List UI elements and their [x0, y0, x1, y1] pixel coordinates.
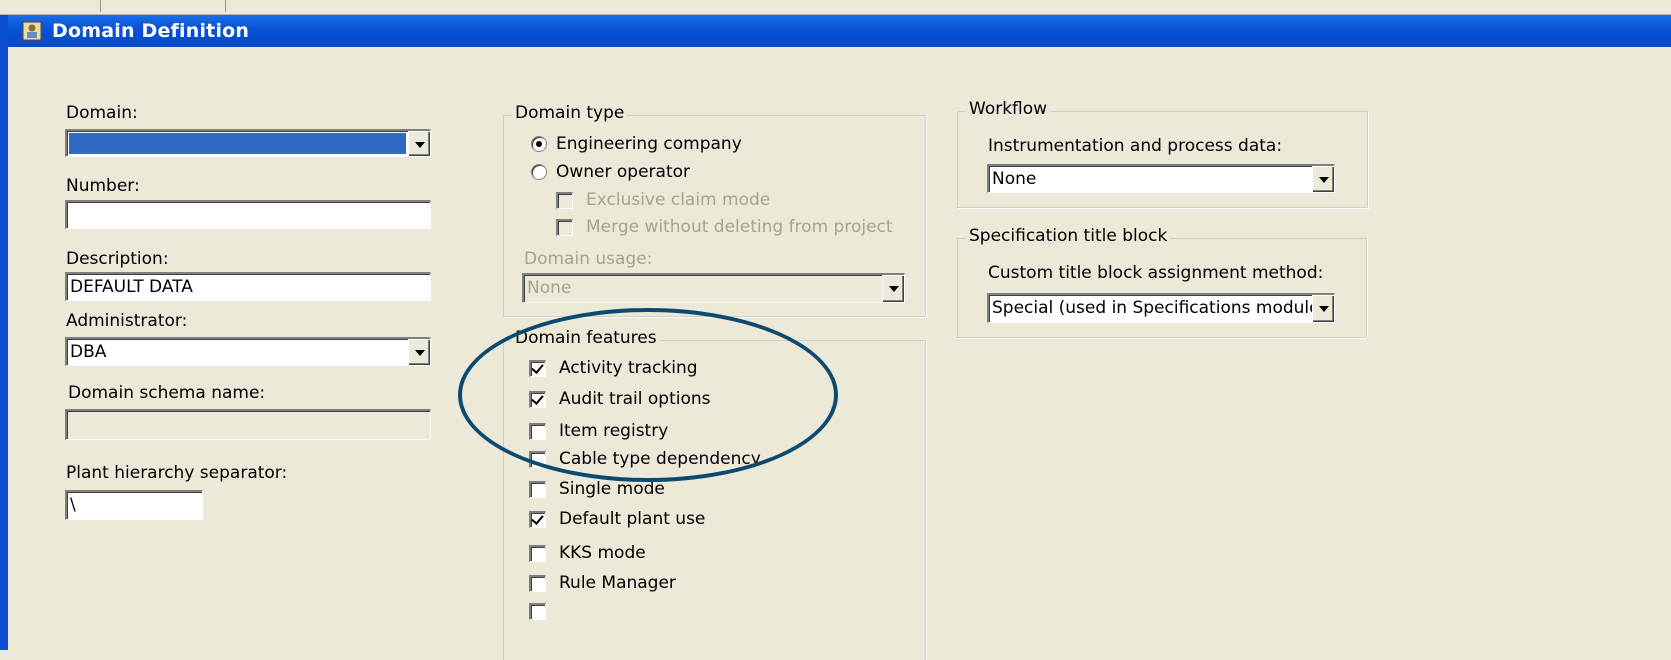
activity-tracking-label: Activity tracking [559, 358, 698, 378]
administrator-value: DBA [70, 342, 107, 362]
workflow-value: None [992, 169, 1037, 189]
separator-label: Plant hierarchy separator: [66, 463, 288, 483]
number-input[interactable] [65, 200, 431, 229]
partial-feature-checkbox[interactable] [529, 603, 546, 620]
cable-type-dependency-label: Cable type dependency [559, 449, 761, 469]
toolbar-button-2[interactable] [100, 0, 226, 12]
description-label: Description: [66, 249, 169, 269]
merge-without-deleting-label: Merge without deleting from project [586, 217, 893, 237]
domain-usage-dropdown-arrow[interactable] [882, 275, 904, 302]
engineering-company-radio[interactable] [531, 136, 547, 152]
window-title: Domain Definition [52, 20, 250, 42]
kks-mode-label: KKS mode [559, 543, 646, 563]
title-bar: Domain Definition [0, 15, 1671, 47]
toolbar-button-1[interactable] [0, 0, 101, 12]
engineering-company-label: Engineering company [556, 134, 742, 154]
default-plant-use-checkbox[interactable] [529, 511, 546, 528]
domain-usage-value: None [527, 278, 572, 298]
merge-without-deleting-checkbox[interactable] [556, 219, 573, 236]
spec-title-block-dropdown-arrow[interactable] [1312, 295, 1334, 322]
domain-features-group: Domain features [503, 328, 926, 660]
domain-dropdown-arrow[interactable] [408, 131, 430, 156]
spec-title-block-label: Custom title block assignment method: [988, 263, 1324, 283]
domain-app-icon [22, 21, 42, 41]
owner-operator-label: Owner operator [556, 162, 691, 182]
top-toolbar-strip [0, 0, 1671, 15]
exclusive-claim-label: Exclusive claim mode [586, 190, 771, 210]
item-registry-checkbox[interactable] [529, 423, 546, 440]
workflow-label: Instrumentation and process data: [988, 136, 1283, 156]
activity-tracking-checkbox[interactable] [529, 360, 546, 377]
rule-manager-label: Rule Manager [559, 573, 676, 593]
administrator-dropdown[interactable]: DBA [65, 337, 431, 366]
administrator-dropdown-arrow[interactable] [408, 339, 430, 365]
rule-manager-checkbox[interactable] [529, 575, 546, 592]
owner-operator-radio[interactable] [531, 164, 547, 180]
domain-usage-dropdown[interactable]: None [522, 273, 905, 303]
workflow-legend: Workflow [966, 99, 1051, 119]
audit-trail-label: Audit trail options [559, 389, 711, 409]
domain-usage-label: Domain usage: [524, 249, 653, 269]
domain-selection-highlight [68, 132, 407, 155]
spec-title-block-group: Specification title block [957, 226, 1367, 338]
single-mode-checkbox[interactable] [529, 481, 546, 498]
cable-type-dependency-checkbox[interactable] [529, 451, 546, 468]
spec-title-block-dropdown[interactable]: Special (used in Specifications module c [987, 293, 1335, 323]
workflow-dropdown[interactable]: None [987, 164, 1335, 193]
exclusive-claim-checkbox[interactable] [556, 192, 573, 209]
domain-label: Domain: [66, 103, 138, 123]
kks-mode-checkbox[interactable] [529, 545, 546, 562]
audit-trail-checkbox[interactable] [529, 391, 546, 408]
default-plant-use-label: Default plant use [559, 509, 706, 529]
description-input[interactable]: DEFAULT DATA [65, 272, 431, 301]
administrator-label: Administrator: [66, 311, 188, 331]
single-mode-label: Single mode [559, 479, 665, 499]
domain-dropdown[interactable] [65, 129, 431, 157]
spec-title-block-legend: Specification title block [966, 226, 1171, 246]
window-frame-left [0, 47, 8, 650]
spec-title-block-value: Special (used in Specifications module c [992, 298, 1335, 318]
domain-type-legend: Domain type [512, 103, 628, 123]
number-label: Number: [66, 176, 140, 196]
separator-input[interactable]: \ [65, 490, 203, 520]
schema-input[interactable] [65, 409, 431, 440]
domain-features-legend: Domain features [512, 328, 660, 348]
schema-label: Domain schema name: [68, 383, 266, 403]
workflow-dropdown-arrow[interactable] [1312, 166, 1334, 192]
workflow-group: Workflow [957, 99, 1368, 208]
item-registry-label: Item registry [559, 421, 669, 441]
